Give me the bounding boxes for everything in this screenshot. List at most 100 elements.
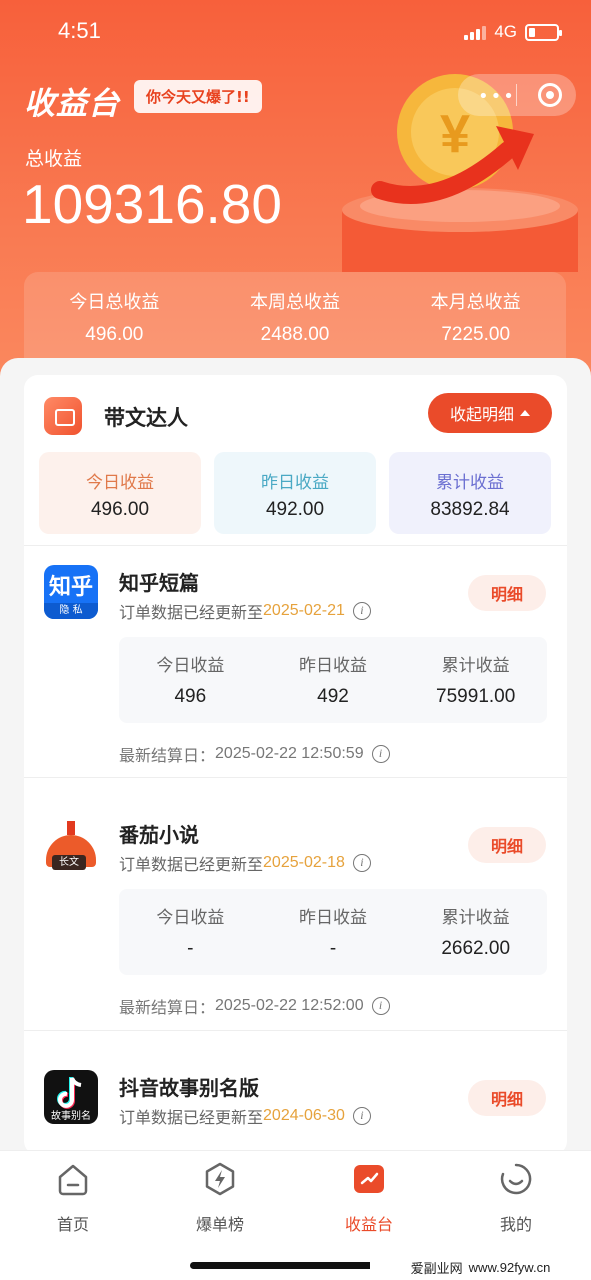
status-bar: 4:51 4G — [0, 0, 591, 64]
settle-time: 2025-02-22 12:50:59 — [215, 745, 364, 762]
tab-home[interactable]: 首页 — [13, 1161, 133, 1235]
stat-value: 496.00 — [90, 499, 150, 520]
tab-hot-list[interactable]: 爆单榜 — [160, 1161, 280, 1235]
divider — [24, 1030, 567, 1031]
info-icon[interactable]: i — [352, 602, 371, 620]
fanqie-logo: 长文 — [44, 817, 98, 871]
section-title: 带文达人 — [104, 406, 188, 430]
app-stats: 今日收益 - 昨日收益 - 累计收益 2662.00 — [119, 889, 547, 975]
app-stat: 累计收益 75991.00 — [404, 637, 547, 723]
stat-today: 今日收益 496.00 — [39, 452, 201, 534]
logo-badge: 故事别名 — [51, 1111, 91, 1122]
app-stat-value: - — [329, 938, 337, 959]
app-name: 番茄小说 — [119, 823, 199, 847]
stat-label: 今日收益 — [86, 473, 154, 493]
settle-time: 2025-02-22 12:52:00 — [215, 997, 364, 1014]
info-icon[interactable]: i — [371, 745, 390, 763]
app-update-note: 订单数据已经更新至 2025-02-18 i — [119, 851, 371, 875]
tab-label: 首页 — [56, 1215, 89, 1234]
summary-label: 今日总收益 — [69, 292, 160, 313]
tab-label: 收益台 — [344, 1215, 393, 1234]
app-stat-label: 累计收益 — [441, 656, 510, 676]
settlement-info: 最新结算日： 2025-02-22 12:52:00 i — [119, 994, 390, 1018]
summary-label: 本月总收益 — [430, 292, 521, 313]
mini-program-capsule: ••• — [458, 74, 576, 116]
header: 4:51 4G 收益台 你今天又爆了!! ¥ ••• 总收益 109316.80… — [0, 0, 591, 420]
tab-mine[interactable]: 我的 — [456, 1161, 576, 1235]
settle-label: 最新结算日： — [119, 998, 216, 1017]
summary-value: 496.00 — [85, 324, 144, 345]
logo-badge: 隐 私 — [44, 603, 98, 619]
app-item: 故事别名 抖音故事别名版 订单数据已经更新至 2024-06-30 i 明细 — [24, 1070, 567, 1155]
app-stat-label: 今日收益 — [156, 908, 225, 928]
battery-icon — [525, 23, 562, 41]
stat-yesterday: 昨日收益 492.00 — [214, 452, 376, 534]
status-time: 4:51 — [58, 18, 101, 43]
close-icon[interactable] — [538, 83, 562, 107]
total-income-label: 总收益 — [25, 148, 83, 170]
detail-button[interactable]: 明细 — [468, 827, 546, 863]
logo-text: 知乎 — [49, 575, 94, 600]
watermark-url: www.92fyw.cn — [468, 1259, 551, 1275]
tab-label: 我的 — [499, 1215, 532, 1234]
update-date: 2025-02-18 — [263, 854, 345, 871]
network-type: 4G — [494, 22, 517, 41]
update-prefix: 订单数据已经更新至 — [119, 1108, 264, 1127]
stat-cumulative: 累计收益 83892.84 — [389, 452, 551, 534]
info-icon[interactable]: i — [352, 1107, 371, 1125]
total-income-value: 109316.80 — [22, 173, 282, 235]
stat-label: 昨日收益 — [261, 473, 329, 493]
caret-up-icon — [520, 410, 530, 416]
douyin-logo: 故事别名 — [44, 1070, 98, 1124]
app-stat-value: - — [187, 938, 194, 959]
signal-icon — [464, 24, 487, 40]
zhihu-logo: 知乎 隐 私 — [44, 565, 98, 619]
capsule-divider — [516, 84, 517, 106]
home-icon — [58, 1164, 88, 1196]
stat-label: 累计收益 — [436, 473, 504, 493]
income-card: 带文达人 收起明细 今日收益 496.00 昨日收益 492.00 累计收益 8… — [24, 375, 567, 1155]
home-indicator — [190, 1262, 400, 1269]
detail-button[interactable]: 明细 — [468, 575, 546, 611]
update-prefix: 订单数据已经更新至 — [119, 855, 264, 874]
update-date: 2024-06-30 — [263, 1107, 345, 1124]
tab-label: 爆单榜 — [195, 1215, 244, 1234]
app-stats: 今日收益 496 昨日收益 492 累计收益 75991.00 — [119, 637, 547, 723]
summary-value: 7225.00 — [441, 324, 511, 345]
app-stat-label: 昨日收益 — [299, 656, 367, 676]
app-stat-value: 496 — [174, 686, 207, 707]
tab-income[interactable]: 收益台 — [309, 1161, 429, 1235]
app-update-note: 订单数据已经更新至 2024-06-30 i — [119, 1104, 371, 1128]
summary-label: 本周总收益 — [250, 292, 340, 313]
slogan-badge: 你今天又爆了!! — [134, 80, 262, 113]
app-stat: 今日收益 - — [119, 889, 262, 975]
app-stat-label: 昨日收益 — [299, 908, 367, 928]
more-icon[interactable]: ••• — [478, 86, 516, 107]
divider — [24, 545, 567, 546]
app-item: 长文 番茄小说 订单数据已经更新至 2025-02-18 i 明细 今日收益 -… — [24, 817, 567, 1037]
app-item: 知乎 隐 私 知乎短篇 订单数据已经更新至 2025-02-21 i 明细 今日… — [24, 565, 567, 785]
section-header: 带文达人 收起明细 — [44, 393, 552, 437]
detail-button[interactable]: 明细 — [468, 1080, 546, 1116]
watermark: 爱副业网 www.92fyw.cn — [370, 1254, 591, 1280]
app-stat: 昨日收益 - — [262, 889, 405, 975]
divider — [24, 777, 567, 778]
app-stat-label: 今日收益 — [156, 656, 225, 676]
info-icon[interactable]: i — [352, 854, 371, 872]
app-stat-value: 492 — [317, 686, 349, 707]
smile-icon — [500, 1163, 532, 1195]
watermark-site: 爱副业网 — [410, 1260, 463, 1276]
collapse-details-button[interactable]: 收起明细 — [428, 393, 552, 433]
app-stat: 昨日收益 492 — [262, 637, 405, 723]
logo-badge: 长文 — [52, 855, 86, 870]
app-stat-label: 累计收益 — [441, 908, 510, 928]
app-name: 知乎短篇 — [119, 571, 199, 595]
page-title: 收益台 — [24, 86, 120, 122]
trend-icon — [354, 1165, 384, 1193]
app-update-note: 订单数据已经更新至 2025-02-21 i — [119, 599, 371, 623]
status-right: 4G — [464, 22, 562, 42]
update-date: 2025-02-21 — [263, 602, 345, 619]
app-stat: 累计收益 2662.00 — [404, 889, 547, 975]
info-icon[interactable]: i — [371, 997, 390, 1015]
stat-value: 492.00 — [265, 499, 325, 520]
